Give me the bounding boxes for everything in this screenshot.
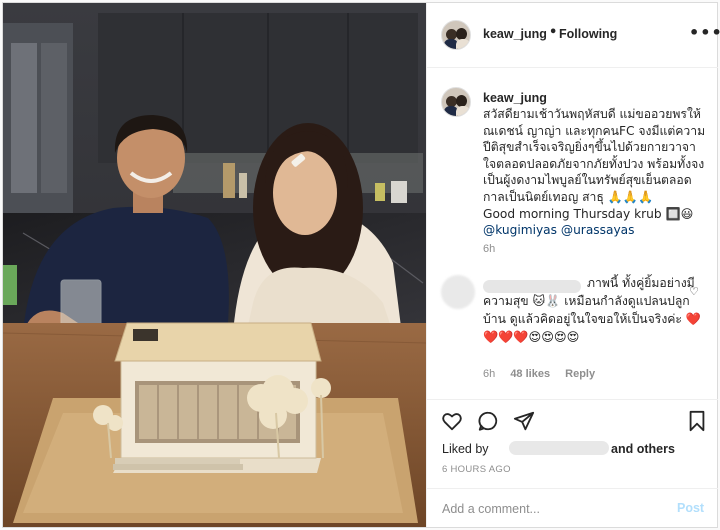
post-header: keaw_jung • Following ••• [427, 3, 720, 68]
add-comment-input[interactable] [442, 499, 662, 519]
comment-icon[interactable] [477, 410, 499, 432]
following-button[interactable]: Following [559, 27, 617, 41]
liked-by-others[interactable]: and others [611, 442, 675, 456]
caption-text: สวัสดียามเช้าวันพฤหัสบดี แม่ขออวยพรให้ณเ… [483, 106, 708, 239]
liked-by-user-blurred[interactable] [509, 441, 609, 455]
post-photo[interactable] [3, 3, 426, 527]
reply-button[interactable]: Reply [565, 368, 595, 380]
comment-time[interactable]: 6h [483, 368, 495, 380]
mention-link[interactable]: @kugimiyas [483, 223, 557, 237]
caption-time[interactable]: 6h [483, 243, 495, 255]
add-comment-bar: Post [427, 488, 718, 527]
post-side-panel: keaw_jung • Following ••• keaw_jung สวัส… [426, 3, 720, 527]
heart-icon[interactable] [441, 410, 463, 432]
post-time-ago[interactable]: 6 HOURS AGO [442, 464, 511, 475]
share-icon[interactable] [513, 410, 535, 432]
heart-outline-icon[interactable]: ♡ [689, 285, 699, 298]
caption-body: สวัสดียามเช้าวันพฤหัสบดี แม่ขออวยพรให้ณเ… [483, 107, 706, 221]
comment-meta: 6h 48 likes Reply [483, 368, 607, 380]
comments-section[interactable]: keaw_jung สวัสดียามเช้าวันพฤหัสบดี แม่ขอ… [427, 69, 718, 399]
bookmark-icon[interactable] [687, 410, 707, 432]
more-dots-icon[interactable]: ••• [689, 23, 720, 42]
commenter-avatar[interactable] [441, 275, 475, 309]
comment-text: ภาพนี้ ทั้งคู่ยิ้มอย่างมีความสุข 🐱🐰 เหมื… [483, 276, 702, 344]
liked-by-label: Liked by [442, 442, 489, 456]
mention-link[interactable]: @urassayas [561, 223, 635, 237]
caption-username[interactable]: keaw_jung [483, 91, 547, 105]
header-separator: • [549, 25, 558, 40]
avatar[interactable] [441, 20, 471, 50]
post-frame: keaw_jung • Following ••• keaw_jung สวัส… [2, 2, 720, 528]
header-username[interactable]: keaw_jung [483, 27, 547, 41]
caption-avatar[interactable] [441, 87, 471, 117]
post-button[interactable]: Post [677, 501, 704, 515]
comment-likes[interactable]: 48 likes [510, 368, 550, 380]
